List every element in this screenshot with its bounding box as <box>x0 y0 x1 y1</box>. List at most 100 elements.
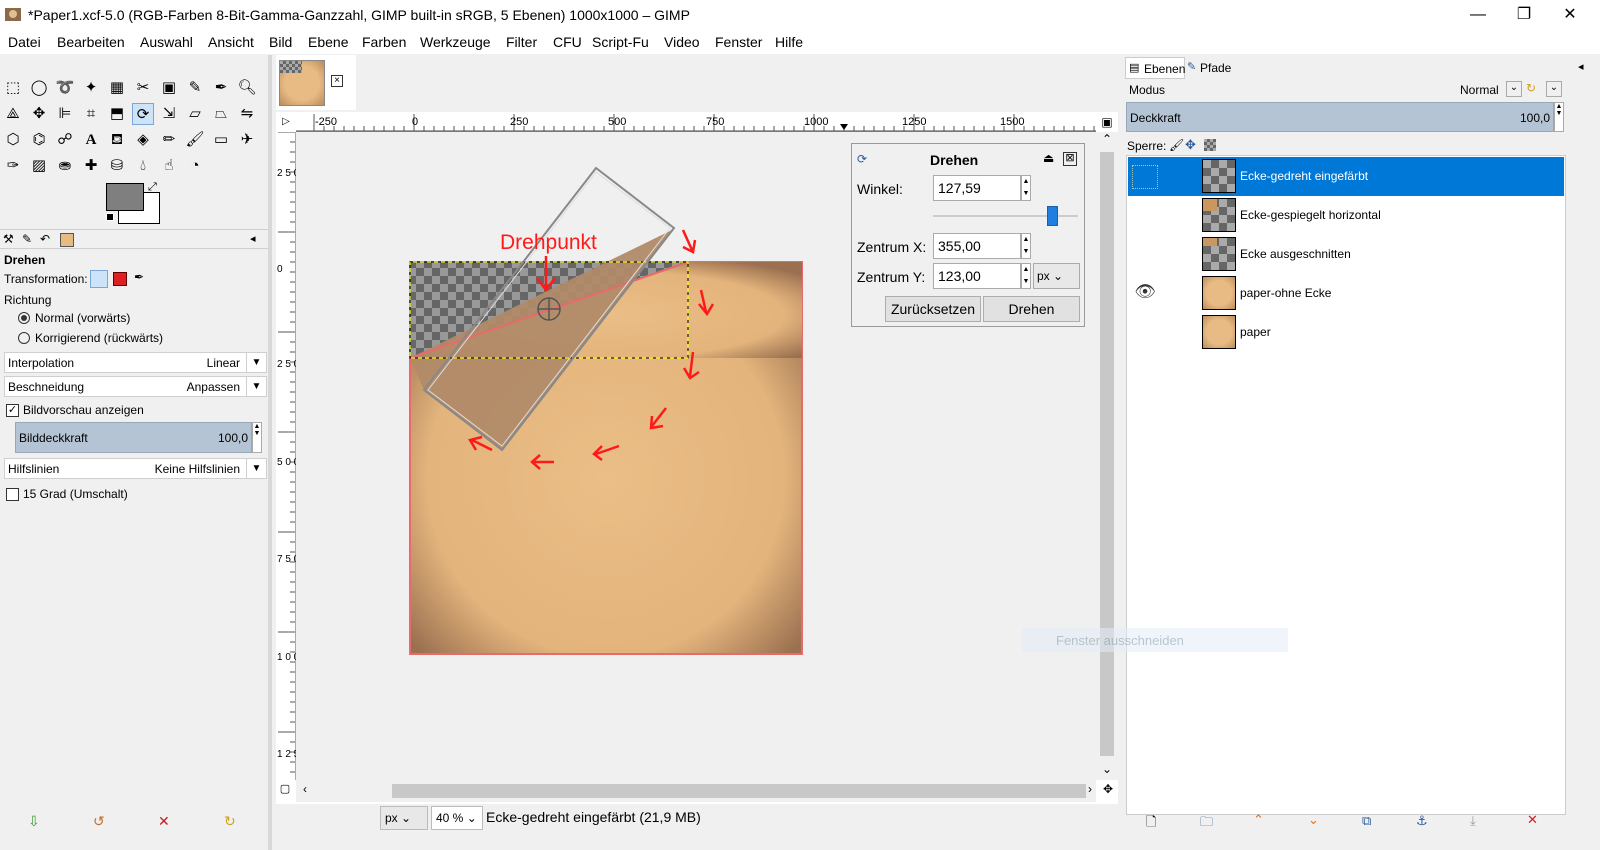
cage-icon[interactable]: ⬡ <box>2 129 24 151</box>
menu-bild[interactable]: Bild <box>269 34 292 50</box>
restore-button[interactable]: ❐ <box>1501 0 1547 30</box>
warp-icon[interactable]: ⌬ <box>28 129 50 151</box>
delete-options-icon[interactable]: ✕ <box>158 813 170 830</box>
menu-datei[interactable]: Datei <box>8 34 41 50</box>
angle-slider-thumb[interactable] <box>1047 206 1058 226</box>
layer-row[interactable]: 👁︎ paper-ohne Ecke <box>1128 274 1564 313</box>
tool-options-tab-icon[interactable]: ⚒ <box>3 232 14 246</box>
angle-spinner[interactable]: ▲ ▼ <box>1021 175 1031 201</box>
handle-transform-icon[interactable]: ☍ <box>54 129 76 151</box>
flip-icon[interactable]: ⇋ <box>236 103 258 125</box>
lower-layer-icon[interactable]: ⌄ <box>1308 812 1319 828</box>
reset-options-icon[interactable]: ↻ <box>224 813 236 830</box>
ink-icon[interactable]: ✑ <box>2 155 24 177</box>
close-image-icon[interactable]: × <box>331 75 343 87</box>
rotate-icon[interactable]: ⟳ <box>132 103 154 125</box>
foreground-select-icon[interactable]: ▣ <box>158 77 180 99</box>
images-tab-icon[interactable] <box>60 233 74 247</box>
lock-alpha-icon[interactable] <box>1204 139 1216 151</box>
15-degree-checkbox[interactable] <box>6 488 19 501</box>
chevron-down-icon[interactable]: ⌄ <box>1546 81 1562 97</box>
scroll-right-icon[interactable]: › <box>1084 782 1096 800</box>
dodge-burn-icon[interactable]: ◔ <box>184 155 206 177</box>
visibility-toggle[interactable] <box>1132 243 1158 267</box>
measure-icon[interactable]: ⟁ <box>2 103 24 125</box>
eject-icon[interactable]: ⏏ <box>1043 151 1054 165</box>
center-x-input[interactable]: 355,00 <box>933 233 1021 259</box>
navigate-icon[interactable]: ✥ <box>1099 782 1117 800</box>
duplicate-layer-icon[interactable]: ⧉ <box>1362 813 1371 829</box>
rect-select-icon[interactable]: ⬚ <box>2 77 24 99</box>
horizontal-scrollbar[interactable]: ‹ › <box>296 780 1096 802</box>
new-layer-group-icon[interactable]: 🗀 <box>1200 813 1213 835</box>
transform-selection-icon[interactable] <box>113 272 127 286</box>
visibility-toggle[interactable] <box>1132 165 1158 189</box>
merge-layer-icon[interactable]: ⤓ <box>1470 813 1476 829</box>
center-y-input[interactable]: 123,00 <box>933 263 1021 289</box>
center-x-spinner[interactable]: ▲ ▼ <box>1021 233 1031 259</box>
horizontal-ruler[interactable]: -250 0 250 500 750 1000 1250 1500 <box>296 112 1096 132</box>
horizontal-scroll-thumb[interactable] <box>392 784 1086 798</box>
color-select-icon[interactable]: ▦ <box>106 77 128 99</box>
bucket-fill-icon[interactable]: ⛾ <box>106 129 128 151</box>
align-icon[interactable]: ⊫ <box>54 103 76 125</box>
text-icon[interactable]: A <box>80 129 102 151</box>
layer-row[interactable]: Ecke-gedreht eingefärbt <box>1128 157 1564 196</box>
unit-dropdown[interactable]: px ⌄ <box>380 806 428 830</box>
menu-filter[interactable]: Filter <box>506 34 537 50</box>
menu-bearbeiten[interactable]: Bearbeiten <box>57 34 125 50</box>
layer-opacity-spinner[interactable]: ▲ ▼ <box>1554 102 1564 132</box>
zoom-toggle-icon[interactable]: ▣ <box>1096 112 1118 132</box>
lasso-icon[interactable]: ➰ <box>54 77 76 99</box>
zoom-dropdown[interactable]: 40 % ⌄ <box>431 806 483 830</box>
unified-transform-icon[interactable]: ⬒ <box>106 103 128 125</box>
visibility-toggle[interactable] <box>1132 321 1158 345</box>
close-button[interactable]: ✕ <box>1547 0 1593 30</box>
default-colors-icon[interactable] <box>106 213 114 221</box>
layer-row[interactable]: Ecke ausgeschnitten <box>1128 235 1564 274</box>
radio-corrective[interactable] <box>18 332 30 344</box>
airbrush-icon[interactable]: ✈ <box>236 129 258 151</box>
clone-icon[interactable]: ⛂ <box>54 155 76 177</box>
opacity-slider[interactable]: Bilddeckkraft 100,0 <box>15 422 252 453</box>
smudge-icon[interactable]: ☝ <box>158 155 180 177</box>
scissors-icon[interactable]: ✂ <box>132 77 154 99</box>
quick-mask-icon[interactable]: ▢ <box>276 782 294 800</box>
reset-mode-icon[interactable]: ↻ <box>1526 81 1536 95</box>
device-status-tab-icon[interactable]: ✎ <box>22 232 32 246</box>
paths-icon[interactable]: ✎ <box>184 77 206 99</box>
rotate-button[interactable]: Drehen <box>983 296 1080 322</box>
menu-cfu[interactable]: CFU <box>553 34 582 50</box>
scroll-up-icon[interactable]: ⌃ <box>1096 132 1118 150</box>
layer-row[interactable]: paper <box>1128 313 1564 352</box>
menu-farben[interactable]: Farben <box>362 34 406 50</box>
interpolation-select[interactable]: Interpolation Linear ▼ <box>4 352 267 373</box>
lock-pixels-icon[interactable]: 🖌︎ <box>1169 138 1184 152</box>
scale-icon[interactable]: ⇲ <box>158 103 180 125</box>
color-picker-icon[interactable]: ✒ <box>210 77 232 99</box>
panel-menu-icon[interactable]: ◂ <box>250 232 256 245</box>
new-layer-icon[interactable]: 🗋 <box>1146 813 1156 835</box>
preview-checkbox[interactable]: ✓ <box>6 404 19 417</box>
menu-ebene[interactable]: Ebene <box>308 34 348 50</box>
foreground-color-swatch[interactable] <box>106 183 144 211</box>
image-tab[interactable]: × <box>276 55 356 110</box>
menu-fenster[interactable]: Fenster <box>715 34 762 50</box>
reset-button[interactable]: Zurücksetzen <box>885 296 981 322</box>
menu-ansicht[interactable]: Ansicht <box>208 34 254 50</box>
eye-icon[interactable]: 👁︎ <box>1132 282 1158 306</box>
perspective-clone-icon[interactable]: ⛁ <box>106 155 128 177</box>
scroll-down-icon[interactable]: ⌄ <box>1096 762 1118 780</box>
close-dialog-icon[interactable]: ⊠ <box>1063 152 1077 166</box>
vertical-scroll-thumb[interactable] <box>1100 152 1114 756</box>
unit-select[interactable]: px ⌄ <box>1033 263 1080 289</box>
shear-icon[interactable]: ▱ <box>184 103 206 125</box>
radio-normal[interactable] <box>18 312 30 324</box>
chevron-down-icon[interactable]: ⌄ <box>1506 81 1522 97</box>
vertical-ruler[interactable]: 2 5 0 0 2 5 0 5 0 0 7 5 0 1 0 0 0 1 2 5 … <box>276 131 308 780</box>
layer-opacity-slider[interactable]: Deckkraft 100,0 <box>1126 102 1554 132</box>
panel-menu-icon[interactable]: ◂ <box>1578 60 1584 73</box>
undo-history-tab-icon[interactable]: ↶ <box>40 232 50 246</box>
anchor-layer-icon[interactable]: ⚓ <box>1416 813 1428 829</box>
minimize-button[interactable]: — <box>1455 0 1501 30</box>
